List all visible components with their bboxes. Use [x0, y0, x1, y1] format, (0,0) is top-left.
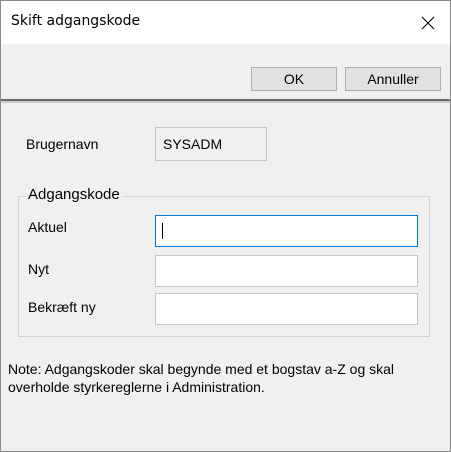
new-password-input[interactable]: [155, 255, 418, 287]
title-bar: Skift adgangskode: [1, 1, 450, 44]
confirm-password-label: Bekræft ny: [28, 299, 96, 315]
new-password-label: Nyt: [28, 261, 49, 277]
confirm-password-input[interactable]: [155, 293, 418, 325]
text-caret: [162, 223, 163, 239]
change-password-dialog: Skift adgangskode OK Annuller Brugernavn…: [0, 0, 451, 452]
cancel-button[interactable]: Annuller: [345, 67, 441, 91]
window-title: Skift adgangskode: [11, 13, 141, 29]
ok-button[interactable]: OK: [251, 67, 337, 91]
password-group-title: Adgangskode: [25, 186, 123, 203]
current-password-input[interactable]: [155, 215, 418, 247]
toolbar-divider-shadow: [1, 101, 450, 103]
username-value: SYSADM: [155, 127, 267, 161]
username-label: Brugernavn: [26, 136, 99, 152]
close-button[interactable]: [406, 1, 450, 44]
toolbar: OK Annuller: [1, 44, 450, 99]
current-password-label: Aktuel: [28, 219, 67, 235]
password-rules-note: Note: Adgangskoder skal begynde med et b…: [8, 361, 395, 395]
close-icon: [421, 16, 435, 29]
